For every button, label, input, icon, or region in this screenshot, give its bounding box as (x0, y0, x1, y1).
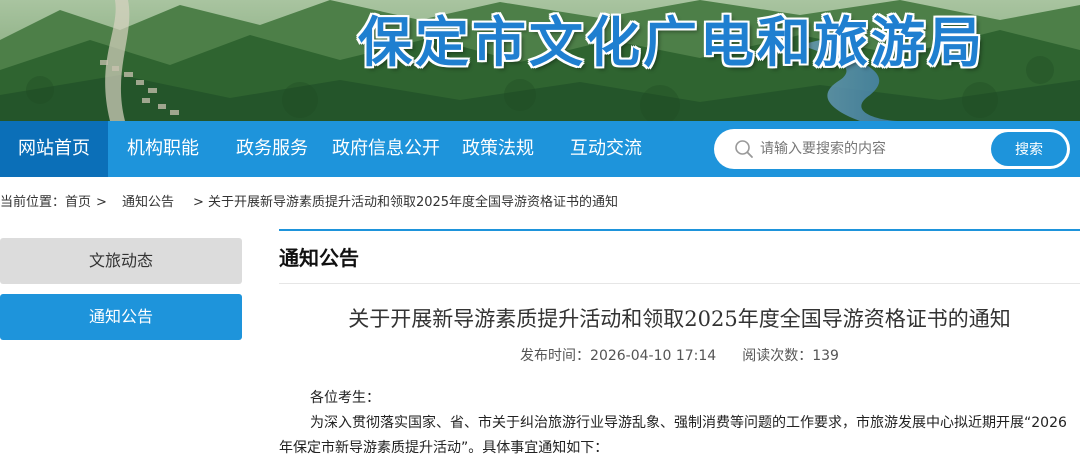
nav-item-functions[interactable]: 机构职能 (108, 121, 218, 177)
site-banner: 保定市文化广电和旅游局 (0, 0, 1080, 121)
breadcrumb-section-link[interactable]: 通知公告 (122, 193, 174, 213)
breadcrumb-current: > 关于开展新导游素质提升活动和领取2025年度全国导游资格证书的通知 (192, 195, 619, 210)
search-icon (735, 140, 753, 158)
breadcrumb-separator: > (96, 195, 107, 210)
article-title: 关于开展新导游素质提升活动和领取2025年度全国导游资格证书的通知 (348, 307, 1011, 331)
view-count-label: 阅读次数： (742, 348, 813, 364)
section-top-border (279, 229, 1080, 231)
search-input[interactable] (760, 135, 980, 163)
article-meta: 发布时间：2026-04-10 17:14 阅读次数：139 (279, 345, 1080, 367)
section-title: 通知公告 (279, 246, 359, 270)
publish-time: 2026-04-10 17:14 (590, 348, 717, 364)
article-paragraph: 为深入贯彻落实国家、省、市关于纠治旅游行业导游乱象、强制消费等问题的工作要求，市… (279, 415, 1067, 456)
site-title: 保定市文化广电和旅游局 (358, 11, 985, 74)
search-box: 搜索 (714, 129, 1070, 169)
publish-time-label: 发布时间： (520, 348, 591, 364)
sidebar-item-culture-tourism-news[interactable]: 文旅动态 (0, 238, 242, 284)
nav-item-interaction[interactable]: 互动交流 (550, 121, 662, 177)
section-divider (279, 283, 1080, 284)
search-button[interactable]: 搜索 (991, 132, 1067, 166)
nav-item-services[interactable]: 政务服务 (218, 121, 326, 177)
article-body: 各位考生： 为深入贯彻落实国家、省、市关于纠治旅游行业导游乱象、强制消费等问题的… (279, 386, 1080, 461)
nav-item-policies[interactable]: 政策法规 (446, 121, 550, 177)
breadcrumb-home-link[interactable]: 首页 (65, 193, 91, 213)
nav-item-home[interactable]: 网站首页 (0, 121, 108, 177)
breadcrumb: 当前位置：首页 > 通知公告 > 关于开展新导游素质提升活动和领取2025年度全国导游… (0, 193, 618, 213)
sidebar-item-notices[interactable]: 通知公告 (0, 294, 242, 340)
view-count: 139 (812, 348, 839, 364)
breadcrumb-prefix: 当前位置： (0, 195, 66, 210)
nav-item-info-disclosure[interactable]: 政府信息公开 (326, 121, 446, 177)
article-greeting: 各位考生： (310, 390, 380, 406)
